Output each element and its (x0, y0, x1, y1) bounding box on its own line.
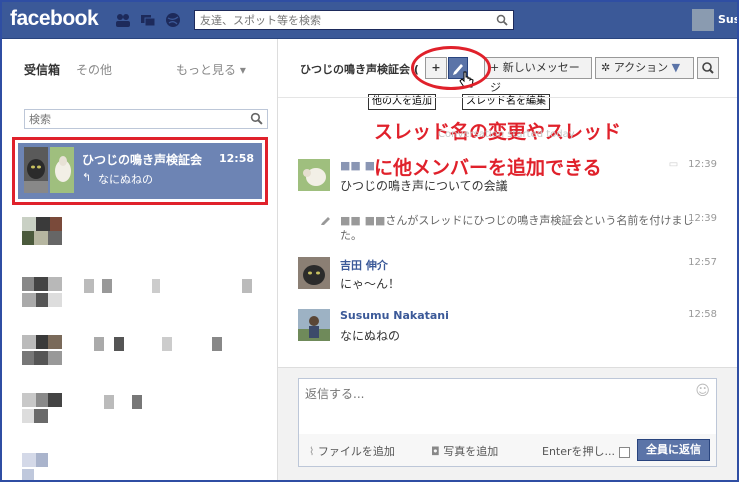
sender-name[interactable]: 吉田 伸介 (340, 257, 388, 273)
replied-arrow-icon: ↰ (82, 171, 92, 184)
reply-all-button[interactable]: 全員に返信 (637, 439, 710, 461)
facebook-logo[interactable]: facebook (10, 7, 99, 31)
thread-header-title: ひつじの鳴き声検証会 ( (300, 63, 419, 76)
message-text: ひつじの鳴き声についての会議 (340, 179, 508, 193)
add-file-button[interactable]: ⌇ ファイルを追加 (309, 443, 395, 459)
tab-other[interactable]: その他 (76, 61, 112, 78)
message-item: Susumu Nakatani なにぬねの 12:58 (298, 309, 717, 345)
divider (278, 97, 737, 98)
actions-label: アクション (613, 61, 669, 74)
friend-requests-icon[interactable] (115, 12, 131, 28)
camera-icon: ◘ (431, 445, 440, 458)
pencil-icon (321, 217, 330, 225)
search-icon (702, 62, 714, 74)
member-avatar-sheep (50, 147, 74, 193)
paperclip-icon: ⌇ (309, 445, 315, 458)
checkbox[interactable] (618, 446, 630, 458)
thread-header: ひつじの鳴き声検証会 ( + + 新しいメッセージ ✲ アクション ▼ 他の人を… (278, 39, 737, 110)
plus-icon: + (490, 61, 500, 74)
new-message-button[interactable]: + 新しいメッセージ (484, 57, 592, 94)
system-message-text: ■■ ■■さんがスレッドにひつじの鳴き声検証会という名前を付けました。 (340, 214, 694, 242)
message-time: ▭ 12:39 (668, 159, 717, 170)
messages-icon[interactable] (140, 12, 156, 28)
user-name-link[interactable]: Sus (718, 13, 737, 26)
gear-icon: ✲ (601, 61, 611, 74)
highlight-circle (411, 46, 491, 90)
enter-to-send-option[interactable]: Enterを押し... (542, 443, 630, 459)
inbox-search-input[interactable] (25, 110, 253, 128)
inbox-panel: 受信箱 その他 もっと見る ▾ ひつじの鳴き声検証会 12:58 ↰ なにぬねの (2, 39, 278, 480)
composer-actions: ⌇ ファイルを追加 ◘ 写真を追加 Enterを押し... 全員に返信 (298, 434, 717, 467)
selected-thread-highlight: ひつじの鳴き声検証会 12:58 ↰ なにぬねの (12, 137, 268, 205)
list-item[interactable] (22, 215, 262, 255)
sender-name[interactable]: Susumu Nakatani (340, 309, 449, 322)
more-dropdown[interactable]: もっと見る ▾ (176, 61, 246, 78)
list-item[interactable] (22, 451, 262, 480)
composer: ☺ ⌇ ファイルを追加 ◘ 写真を追加 Enterを押し... 全員に返信 (278, 367, 737, 480)
thread-snippet: なにぬねの (98, 173, 153, 186)
actions-dropdown[interactable]: ✲ アクション ▼ (595, 57, 694, 79)
message-text: にゃ～ん！ (340, 277, 401, 291)
message-time: 12:39 (688, 213, 717, 224)
avatar[interactable] (298, 159, 330, 191)
search-icon[interactable] (250, 112, 263, 125)
message-text: なにぬねの (340, 329, 401, 343)
message-time: 12:58 (688, 309, 717, 320)
sender-name[interactable]: ■■ ■■ (340, 214, 385, 227)
inbox-search[interactable] (24, 109, 268, 129)
sender-name[interactable]: ■■ ■ (340, 159, 375, 172)
speech-bubble-icon: ▭ (668, 159, 679, 170)
add-photo-button[interactable]: ◘ 写真を追加 (431, 443, 498, 459)
inbox-header: 受信箱 その他 もっと見る ▾ (2, 39, 277, 97)
global-search-input[interactable] (195, 11, 495, 29)
list-item[interactable] (22, 333, 262, 373)
reply-input[interactable] (299, 379, 691, 431)
user-avatar[interactable] (692, 9, 714, 31)
conversation-panel: ひつじの鳴き声検証会 ( + + 新しいメッセージ ✲ アクション ▼ 他の人を… (278, 39, 737, 480)
global-search[interactable] (194, 10, 514, 30)
top-bar: facebook Sus (2, 2, 737, 39)
thread-item-selected[interactable]: ひつじの鳴き声検証会 12:58 ↰ なにぬねの (18, 143, 262, 199)
list-item[interactable] (22, 391, 262, 431)
message-item: 吉田 伸介 にゃ～ん！ 12:57 (298, 257, 717, 293)
message-time: 12:57 (688, 257, 717, 268)
thread-title: ひつじの鳴き声検証会 (82, 153, 203, 167)
emoticon-icon[interactable]: ☺ (695, 383, 710, 399)
avatar[interactable] (298, 257, 330, 289)
search-icon[interactable] (496, 14, 508, 26)
thread-time: 12:58 (218, 152, 254, 165)
new-message-label: 新しいメッセージ (490, 61, 580, 94)
tab-inbox[interactable]: 受信箱 (24, 61, 60, 78)
chevron-down-icon: ▼ (671, 61, 681, 74)
member-avatar-cat (24, 147, 48, 193)
notifications-globe-icon[interactable] (165, 12, 181, 28)
thread-search-button[interactable] (697, 57, 719, 79)
system-message: ■■ ■■さんがスレッドにひつじの鳴き声検証会という名前を付けました。 12:3… (298, 213, 717, 245)
conversation-start-label: Conversation started today (438, 129, 575, 140)
reply-box[interactable]: ☺ (298, 378, 717, 436)
app-frame: facebook Sus 受信箱 その他 もっと見る ▾ (0, 0, 739, 482)
list-item[interactable] (22, 275, 262, 315)
avatar[interactable] (298, 309, 330, 341)
message-item: ■■ ■ ひつじの鳴き声についての会議 ▭ 12:39 (298, 159, 717, 195)
